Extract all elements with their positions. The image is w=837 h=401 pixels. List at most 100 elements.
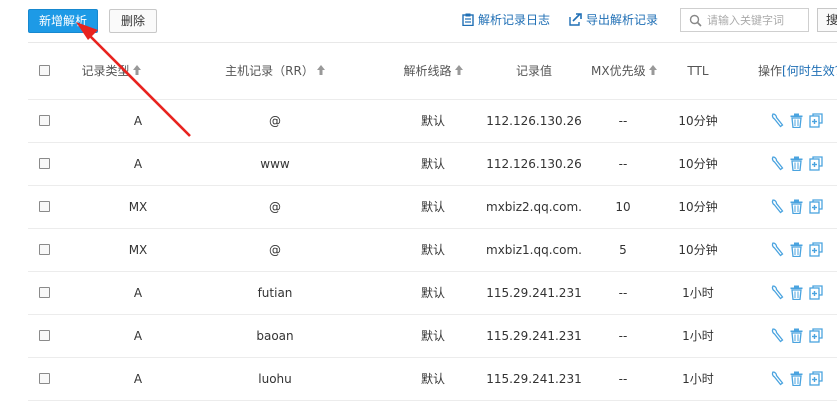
row-actions (770, 285, 830, 301)
delete-trash-icon[interactable] (790, 371, 803, 389)
sort-up-icon (648, 65, 657, 75)
cell-value: 115.29.241.231 (486, 372, 582, 386)
row-checkbox[interactable] (39, 330, 50, 341)
copy-add-icon[interactable] (809, 156, 824, 174)
copy-add-icon[interactable] (809, 242, 824, 260)
select-all-checkbox[interactable] (39, 65, 50, 76)
cell-type: A (133, 286, 143, 300)
edit-wrench-icon[interactable] (770, 328, 784, 346)
col-header-host-label: 主机记录（RR） (225, 64, 314, 78)
table-row: Aluohu 默认 115.29.241.231 -- 1小时 (28, 358, 837, 401)
cell-value: 115.29.241.231 (486, 329, 582, 343)
col-header-ops: 操作[何时生效？ (758, 43, 837, 100)
row-actions (770, 156, 830, 172)
add-record-button[interactable]: 新增解析 (28, 9, 98, 33)
row-actions (770, 371, 830, 387)
col-header-type-label: 记录类型 (81, 64, 130, 78)
delete-trash-icon[interactable] (790, 242, 803, 260)
row-checkbox[interactable] (39, 287, 50, 298)
cell-type: MX (128, 243, 148, 257)
cell-mx: -- (618, 286, 628, 300)
edit-wrench-icon[interactable] (770, 199, 784, 217)
edit-wrench-icon[interactable] (770, 242, 784, 260)
copy-add-icon[interactable] (809, 371, 824, 389)
cell-mx: 10 (615, 200, 631, 214)
col-header-value: 记录值 (515, 64, 552, 78)
cell-mx: -- (618, 372, 628, 386)
cell-line: 默认 (420, 157, 445, 171)
delete-trash-icon[interactable] (790, 199, 803, 217)
table-row: MX @ 默认 mxbiz1.qq.com. 5 10分钟 (28, 229, 837, 272)
copy-add-icon[interactable] (809, 199, 824, 217)
cell-host: @ (269, 114, 281, 128)
sort-up-icon (132, 65, 141, 75)
table-header: 记录类型 主机记录（RR） 解析线路 记录值 MX优先级 TTL 操作[何时生效… (28, 43, 837, 100)
cell-mx: -- (618, 114, 628, 128)
row-actions (770, 113, 830, 129)
col-header-mx-label: MX优先级 (591, 64, 646, 78)
sort-up-icon (316, 65, 325, 75)
cell-line: 默认 (420, 200, 445, 214)
cell-value: mxbiz2.qq.com. (486, 200, 582, 214)
table-row: MX @ 默认 mxbiz2.qq.com. 10 10分钟 (28, 186, 837, 229)
delete-trash-icon[interactable] (790, 285, 803, 303)
delete-button[interactable]: 删除 (109, 9, 157, 33)
cell-ttl: 10分钟 (678, 243, 718, 257)
row-checkbox[interactable] (39, 244, 50, 255)
export-records-link[interactable]: 导出解析记录 (569, 11, 658, 29)
col-header-line[interactable]: 解析线路 (403, 43, 463, 100)
cell-host: luohu (258, 372, 292, 386)
edit-wrench-icon[interactable] (770, 113, 784, 131)
col-header-host[interactable]: 主机记录（RR） (225, 43, 325, 100)
copy-add-icon[interactable] (809, 285, 824, 303)
record-log-link[interactable]: 解析记录日志 (462, 11, 550, 29)
cell-ttl: 1小时 (682, 286, 714, 300)
cell-mx: 5 (619, 243, 627, 257)
copy-add-icon[interactable] (809, 113, 824, 131)
col-header-ttl: TTL (687, 64, 709, 78)
row-checkbox[interactable] (39, 158, 50, 169)
sort-up-icon (454, 65, 463, 75)
cell-host: baoan (256, 329, 294, 343)
row-actions (770, 328, 830, 344)
delete-trash-icon[interactable] (790, 113, 803, 131)
cell-ttl: 10分钟 (678, 200, 718, 214)
cell-line: 默认 (420, 243, 445, 257)
row-checkbox[interactable] (39, 115, 50, 126)
cell-value: 115.29.241.231 (486, 286, 582, 300)
edit-wrench-icon[interactable] (770, 156, 784, 174)
toolbar: 新增解析 删除 解析记录日志 导出解析记录 搜 (0, 0, 837, 42)
search-icon (689, 14, 702, 27)
search-input[interactable] (707, 11, 805, 29)
edit-wrench-icon[interactable] (770, 371, 784, 389)
cell-type: A (133, 114, 143, 128)
cell-mx: -- (618, 157, 628, 171)
search-button[interactable]: 搜 (817, 8, 837, 32)
edit-wrench-icon[interactable] (770, 285, 784, 303)
row-checkbox[interactable] (39, 201, 50, 212)
cell-line: 默认 (420, 114, 445, 128)
delete-trash-icon[interactable] (790, 328, 803, 346)
row-actions (770, 199, 830, 215)
table-row: Awww 默认 112.126.130.26 -- 10分钟 (28, 143, 837, 186)
cell-host: @ (269, 243, 281, 257)
table-row: Afutian 默认 115.29.241.231 -- 1小时 (28, 272, 837, 315)
clipboard-icon (462, 13, 474, 27)
cell-host: www (260, 157, 290, 171)
row-checkbox[interactable] (39, 373, 50, 384)
cell-line: 默认 (420, 286, 445, 300)
table-row: Abaoan 默认 115.29.241.231 -- 1小时 (28, 315, 837, 358)
delete-trash-icon[interactable] (790, 156, 803, 174)
export-records-label: 导出解析记录 (586, 13, 659, 27)
search-box (680, 8, 809, 32)
when-effective-link[interactable]: [何时生效？ (782, 64, 837, 78)
cell-ttl: 10分钟 (678, 114, 718, 128)
cell-type: A (133, 329, 143, 343)
cell-value: 112.126.130.26 (486, 114, 582, 128)
col-header-ops-label: 操作 (758, 64, 783, 78)
col-header-type[interactable]: 记录类型 (78, 43, 144, 100)
cell-ttl: 1小时 (682, 372, 714, 386)
copy-add-icon[interactable] (809, 328, 824, 346)
col-header-mx[interactable]: MX优先级 (591, 43, 657, 100)
record-log-label: 解析记录日志 (478, 13, 551, 27)
